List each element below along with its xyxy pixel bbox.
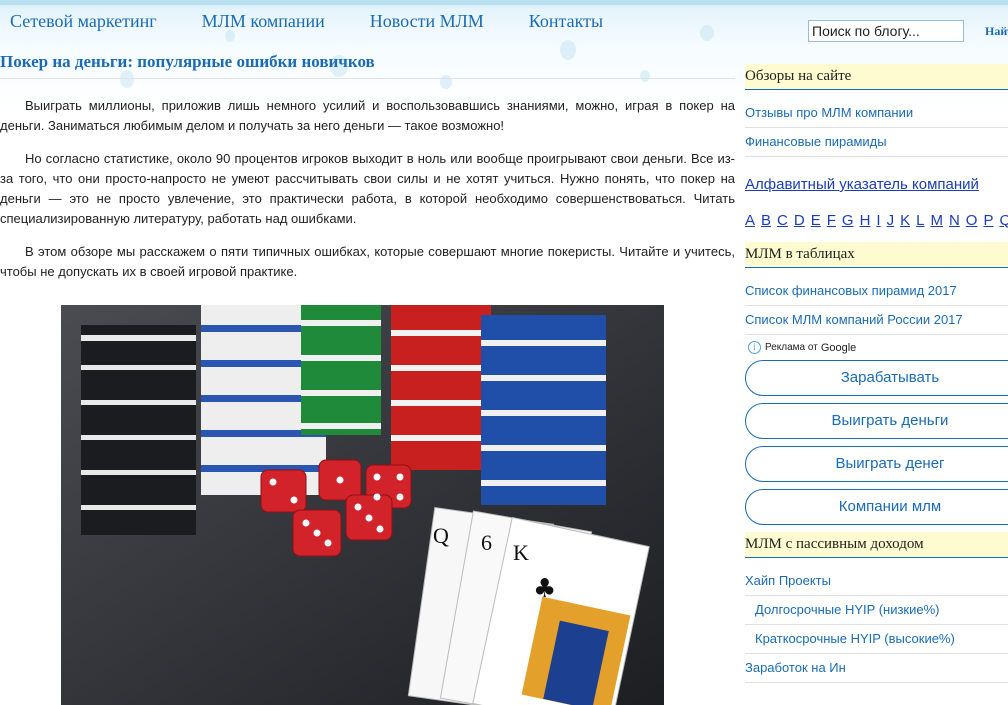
letter-link[interactable]: G — [842, 212, 854, 229]
sidebar-heading-tables: МЛМ в таблицах — [745, 242, 1008, 268]
letter-link[interactable]: H — [860, 212, 871, 229]
ad-button-win-money[interactable]: Выиграть деньги — [745, 403, 1008, 439]
sidebar-link-hype-projects[interactable]: Хайп Проекты — [745, 573, 831, 588]
nav-item-contacts[interactable]: Контакты — [529, 11, 603, 32]
letter-link[interactable]: A — [745, 212, 755, 229]
letter-link[interactable]: M — [930, 212, 943, 229]
sidebar-link-internet-earnings[interactable]: Заработок на Ин — [745, 660, 846, 675]
letter-link[interactable]: F — [827, 212, 836, 229]
sidebar-link-pyramids[interactable]: Финансовые пирамиды — [745, 134, 887, 149]
post-paragraph: Выиграть миллионы, приложив лишь немного… — [0, 98, 735, 133]
sidebar-heading-passive: МЛМ с пассивным доходом — [745, 532, 1008, 558]
sidebar-item-mlm-russia-2017: Список МЛМ компаний России 2017 — [745, 306, 1008, 335]
ads-by-google: i Реклама от Google — [748, 341, 1008, 354]
ad-button-earn[interactable]: Зарабатывать — [745, 360, 1008, 396]
letter-link[interactable]: P — [983, 212, 993, 229]
letter-link[interactable]: D — [794, 212, 805, 229]
sidebar: Обзоры на сайте Отзывы про МЛМ компании … — [745, 64, 1008, 683]
ad-button-win-money-2[interactable]: Выиграть денег — [745, 446, 1008, 482]
sidebar-item-internet-earnings: Заработок на Ин — [745, 654, 1008, 683]
sidebar-item-hyip-long: Долгосрочные HYIP (низкие%) — [745, 596, 1008, 625]
sidebar-link-mlm-reviews[interactable]: Отзывы про МЛМ компании — [745, 105, 913, 120]
ads-label-text: Реклама от — [765, 342, 818, 353]
letter-link[interactable]: L — [916, 212, 924, 229]
nav-item-mlm-companies[interactable]: МЛМ компании — [202, 11, 325, 32]
sidebar-item-hyip-short: Краткосрочные HYIP (высокие%) — [745, 625, 1008, 654]
sidebar-item-mlm-reviews: Отзывы про МЛМ компании — [745, 99, 1008, 128]
sidebar-item-pyramids: Финансовые пирамиды — [745, 128, 1008, 157]
sidebar-link-hyip-long[interactable]: Долгосрочные HYIP (низкие%) — [755, 602, 940, 617]
sidebar-item-hype-projects: Хайп Проекты — [745, 567, 1008, 596]
alphabet-letters: ABCDEFGHIJKLMNOPQ.... — [745, 212, 1008, 229]
sidebar-link-hyip-short[interactable]: Краткосрочные HYIP (высокие%) — [755, 631, 955, 646]
letter-link[interactable]: J — [887, 212, 895, 229]
ad-button-mlm-companies[interactable]: Компании млм — [745, 489, 1008, 525]
post-paragraph: В этом обзоре мы расскажем о пяти типичн… — [0, 244, 735, 279]
main-nav: Сетевой маркетинг МЛМ компании Новости М… — [10, 11, 648, 32]
ads-brand: Google — [820, 341, 857, 354]
post-image: Q 6 K ♣ — [61, 305, 664, 705]
post-content: Покер на деньги: популярные ошибки нович… — [0, 52, 735, 705]
letter-link[interactable]: C — [777, 212, 788, 229]
letter-link[interactable]: K — [900, 212, 910, 229]
svg-text:Q: Q — [433, 523, 449, 548]
page-title: Покер на деньги: популярные ошибки нович… — [0, 52, 735, 79]
svg-text:K: K — [513, 540, 529, 565]
post-paragraph: Но согласно статистике, около 90 процент… — [0, 151, 735, 226]
sidebar-heading-reviews: Обзоры на сайте — [745, 64, 1008, 90]
sidebar-link-pyramids-2017[interactable]: Список финансовых пирамид 2017 — [745, 283, 957, 298]
letter-link[interactable]: N — [949, 212, 960, 229]
letter-link[interactable]: O — [966, 212, 978, 229]
info-icon[interactable]: i — [748, 341, 761, 354]
letter-link[interactable]: I — [876, 212, 880, 229]
letter-link[interactable]: B — [761, 212, 771, 229]
sidebar-item-pyramids-2017: Список финансовых пирамид 2017 — [745, 277, 1008, 306]
svg-text:6: 6 — [481, 530, 492, 555]
sidebar-link-mlm-russia-2017[interactable]: Список МЛМ компаний России 2017 — [745, 312, 963, 327]
search-form: Найти — [808, 20, 1008, 42]
search-input[interactable] — [808, 20, 964, 42]
alphabet-index-link[interactable]: Алфавитный указатель компаний — [745, 176, 979, 193]
letter-link[interactable]: Q — [999, 212, 1008, 229]
nav-item-mlm-news[interactable]: Новости МЛМ — [370, 11, 484, 32]
nav-item-network-marketing[interactable]: Сетевой маркетинг — [10, 11, 157, 32]
search-button[interactable]: Найти — [985, 24, 1008, 39]
letter-link[interactable]: E — [811, 212, 821, 229]
